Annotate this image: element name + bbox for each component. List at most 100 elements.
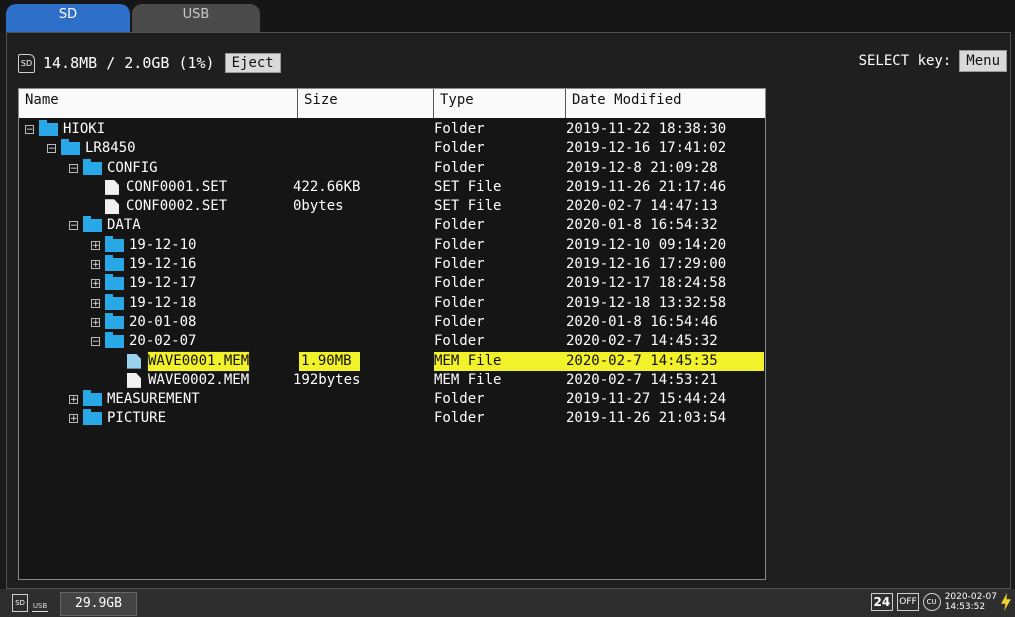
file-name-cell: WAVE0001.MEM [113, 350, 251, 372]
expand-icon[interactable]: + [69, 395, 78, 405]
file-date: 2020-02-7 14:45:35 [566, 351, 764, 371]
file-row[interactable]: +19-12-10 Folder 2019-12-10 09:14:20 [19, 235, 765, 255]
file-row[interactable]: − LR8450 Folder 2019-12-16 17:41:02 [19, 139, 765, 158]
file-row[interactable]: WAVE0002.MEM 192bytes MEM File 2020-02-7 14… [19, 371, 765, 390]
file-type: Folder [434, 217, 485, 234]
storage-usage: 14.8MB / 2.0GB (1%) [43, 54, 215, 72]
usb-status-icon: USB [32, 595, 48, 612]
folder-icon [61, 139, 80, 156]
collapse-icon[interactable]: − [91, 337, 100, 347]
file-type: MEM File [434, 351, 566, 371]
tab-bar: SD USB [0, 0, 1015, 32]
file-type: SET File [434, 178, 502, 195]
file-type: Folder [434, 121, 485, 137]
folder-icon [83, 390, 102, 407]
collapse-icon[interactable]: − [25, 125, 34, 135]
file-name-cell: − DATA [69, 216, 141, 235]
file-name-cell: − HIOKI [25, 120, 105, 139]
file-date: 2019-11-27 15:44:24 [566, 391, 727, 408]
expand-icon[interactable]: + [91, 260, 100, 270]
file-row[interactable]: +19-12-18 Folder 2019-12-18 13:32:58 [19, 293, 765, 313]
file-date: 2019-12-10 09:14:20 [566, 236, 727, 253]
file-row[interactable]: + MEASUREMENT Folder 2019-11-27 15:44:24 [19, 390, 765, 409]
file-name-cell: − CONFIG [69, 158, 158, 178]
select-key-label: SELECT key: [858, 53, 952, 69]
off-badge: OFF [897, 593, 919, 611]
collapse-icon[interactable]: − [47, 144, 56, 154]
file-date: 2019-12-8 21:09:28 [566, 159, 718, 176]
eject-button[interactable]: Eject [224, 53, 281, 73]
file-date: 2019-12-16 17:29:00 [566, 256, 727, 273]
file-date: 2019-12-18 13:32:58 [566, 294, 727, 311]
tab-usb[interactable]: USB [132, 4, 260, 32]
clock-date: 2020-02-07 [944, 592, 997, 602]
interval-badge: 24 [870, 593, 894, 611]
menu-button[interactable]: Menu [959, 50, 1007, 72]
file-name-cell: + PICTURE [69, 409, 166, 428]
file-icon [127, 353, 141, 369]
file-row[interactable]: WAVE0001.MEM 1.90MB MEM File 2020-02-7 14:4… [19, 350, 765, 372]
file-name-cell: +19-12-10 [91, 235, 196, 255]
file-name: MEASUREMENT [107, 391, 200, 408]
folder-icon [105, 332, 124, 349]
folder-icon [105, 293, 124, 310]
status-bar: SD USB 29.9GB 24 OFF CU 2020-02-07 14:53… [0, 589, 1015, 617]
collapse-icon[interactable]: − [69, 163, 78, 173]
file-row[interactable]: − HIOKI Folder 2019-11-22 18:38:30 [19, 120, 765, 139]
file-icon [127, 372, 141, 388]
file-type: Folder [434, 256, 485, 273]
select-key-hint: SELECT key: Menu [859, 50, 1007, 72]
file-name: WAVE0002.MEM [148, 371, 250, 388]
file-type: MEM File [434, 371, 502, 388]
file-name-cell: − 20-02-07 [91, 332, 196, 351]
file-name: WAVE0001.MEM [146, 350, 251, 372]
file-row[interactable]: CONF0002.SET 0bytes SET File 2020-02-7 14:4… [19, 197, 765, 216]
file-name: CONF0001.SET [126, 178, 228, 195]
expand-icon[interactable]: + [91, 240, 100, 250]
file-row[interactable]: − DATA Folder 2020-01-8 16:54:32 [19, 216, 765, 235]
column-header-size[interactable]: Size [298, 89, 434, 118]
column-header-name[interactable]: Name [19, 89, 298, 118]
cu-badge: CU [922, 593, 941, 611]
file-type: Folder [434, 159, 485, 176]
expand-icon[interactable]: + [91, 298, 100, 308]
file-name-cell: WAVE0002.MEM [113, 371, 249, 390]
collapse-icon[interactable]: − [69, 221, 78, 231]
file-date: 2020-01-8 16:54:32 [566, 217, 718, 234]
file-type: Folder [434, 275, 485, 292]
file-date: 2019-11-22 18:38:30 [566, 121, 727, 137]
sd-card-icon: SD [18, 53, 35, 73]
expand-icon[interactable]: + [91, 279, 100, 289]
column-header-date[interactable]: Date Modified [566, 89, 765, 118]
file-row[interactable]: +19-12-16 Folder 2019-12-16 17:29:00 [19, 255, 765, 274]
file-row[interactable]: − CONFIG Folder 2019-12-8 21:09:28 [19, 158, 765, 178]
tab-sd[interactable]: SD [6, 4, 130, 32]
file-row[interactable]: + PICTURE Folder 2019-11-26 21:03:54 [19, 409, 765, 428]
file-name: 20-01-08 [129, 313, 197, 330]
file-size: 192bytes [293, 371, 361, 388]
file-name-cell: CONF0001.SET [91, 178, 227, 197]
file-row[interactable]: CONF0001.SET 422.66KB SET File 2019-11-26 2… [19, 178, 765, 197]
file-size: 1.90MB [299, 351, 360, 371]
file-name-cell: + MEASUREMENT [69, 390, 200, 409]
file-date: 2020-02-7 14:53:21 [566, 371, 718, 388]
column-header-type[interactable]: Type [434, 89, 566, 118]
expand-icon[interactable]: + [69, 414, 78, 424]
folder-icon [105, 312, 124, 329]
folder-icon [83, 158, 102, 175]
file-type: Folder [434, 294, 485, 311]
file-type: Folder [434, 140, 485, 157]
media-icons: SD USB [12, 594, 48, 612]
folder-icon [83, 216, 102, 233]
folder-icon [39, 120, 58, 136]
file-row[interactable]: +20-01-08 Folder 2020-01-8 16:54:46 [19, 312, 765, 332]
file-row[interactable]: − 20-02-07 Folder 2020-02-7 14:45:32 [19, 332, 765, 351]
file-name-cell: +20-01-08 [91, 312, 197, 332]
folder-icon [105, 255, 124, 272]
file-size: 422.66KB [293, 178, 361, 195]
file-name-cell: +19-12-16 [91, 255, 196, 274]
file-list[interactable]: Name Size Type Date Modified − HIOKI Folde… [18, 88, 766, 580]
expand-icon[interactable]: + [91, 317, 100, 327]
clock: 2020-02-07 14:53:52 [945, 592, 997, 612]
file-row[interactable]: +19-12-17 Folder 2019-12-17 18:24:58 [19, 274, 765, 293]
